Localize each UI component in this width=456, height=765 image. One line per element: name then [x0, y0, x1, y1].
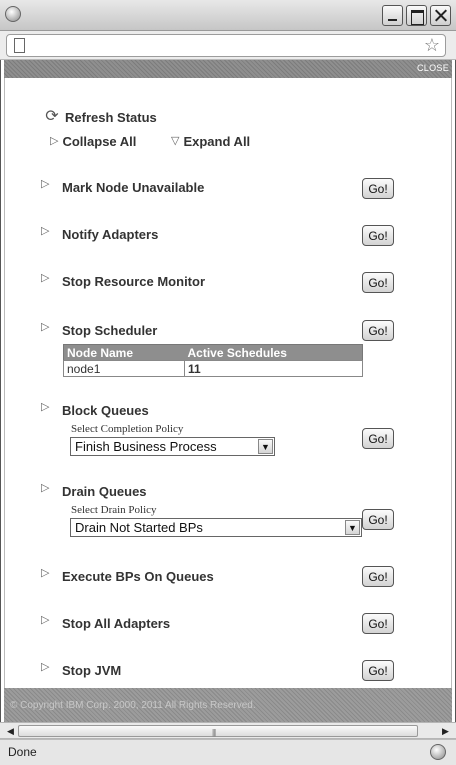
expand-row-icon[interactable]: ▷	[41, 178, 49, 191]
page-icon	[14, 38, 25, 53]
expand-row-icon[interactable]: ▷	[41, 401, 49, 414]
go-button-stop-resource-monitor[interactable]: Go!	[362, 272, 394, 293]
action-label: Stop Scheduler	[62, 323, 158, 338]
go-button-stop-jvm[interactable]: Go!	[362, 660, 394, 681]
expand-row-icon[interactable]: ▷	[41, 614, 49, 627]
status-bar: Done	[0, 739, 456, 765]
chevron-down-icon: ▼	[258, 439, 273, 454]
footer: © Copyright IBM Corp. 2000, 2011 All Rig…	[4, 688, 452, 722]
cell-node-name: node1	[63, 360, 185, 377]
go-button-stop-scheduler[interactable]: Go!	[362, 320, 394, 341]
go-button-stop-all-adapters[interactable]: Go!	[362, 613, 394, 634]
minimize-button[interactable]	[382, 5, 403, 26]
action-label: Execute BPs On Queues	[62, 569, 214, 584]
status-globe-icon	[430, 744, 446, 760]
grip-icon: |||	[212, 728, 216, 737]
active-schedules-table: Node Name Active Schedules node1 11	[63, 344, 363, 377]
collapse-all-label: Collapse All	[62, 134, 137, 149]
collapse-all-link[interactable]: ▷ Collapse All	[50, 134, 136, 149]
go-button-notify-adapters[interactable]: Go!	[362, 225, 394, 246]
go-button-block-queues[interactable]: Go!	[362, 428, 394, 449]
address-bar: ☆	[0, 31, 456, 60]
column-header-active-schedules: Active Schedules	[184, 344, 363, 361]
table-header-row: Node Name Active Schedules	[63, 344, 363, 361]
go-button-execute-bps[interactable]: Go!	[362, 566, 394, 587]
scroll-left-icon[interactable]: ◀	[3, 724, 18, 738]
maximize-button[interactable]	[406, 5, 427, 26]
chevron-down-icon: ▼	[345, 520, 360, 535]
action-label: Drain Queues	[62, 484, 147, 499]
scroll-thumb[interactable]: |||	[18, 725, 418, 737]
action-label: Notify Adapters	[62, 227, 159, 242]
url-input[interactable]: ☆	[6, 34, 446, 57]
go-button-mark-node[interactable]: Go!	[362, 178, 394, 199]
expand-row-icon[interactable]: ▷	[41, 272, 49, 285]
horizontal-scrollbar[interactable]: ◀ ||| ▶	[0, 722, 456, 739]
drain-policy-select[interactable]: Drain Not Started BPs ▼	[70, 518, 362, 537]
cell-active-schedules: 11	[184, 360, 363, 377]
window-close-button[interactable]	[430, 5, 451, 26]
drain-policy-label: Select Drain Policy	[71, 504, 157, 516]
header-strip: CLOSE	[4, 60, 452, 78]
action-label: Mark Node Unavailable	[62, 180, 205, 195]
completion-policy-value: Finish Business Process	[75, 439, 217, 454]
expand-all-link[interactable]: ▽ Expand All	[171, 134, 250, 149]
refresh-status-label: Refresh Status	[65, 109, 157, 125]
expand-row-icon[interactable]: ▷	[41, 482, 49, 495]
column-header-node-name: Node Name	[63, 344, 185, 361]
expand-all-label: Expand All	[183, 134, 251, 149]
close-link[interactable]: CLOSE	[417, 63, 449, 73]
action-label: Stop All Adapters	[62, 616, 171, 631]
refresh-status-link[interactable]: ⟳ Refresh Status	[43, 108, 157, 126]
expand-triangle-icon: ▽	[171, 135, 180, 147]
main-content	[4, 78, 452, 688]
refresh-icon: ⟳	[45, 108, 59, 125]
app-icon	[5, 6, 21, 22]
bookmark-star-icon[interactable]: ☆	[424, 35, 440, 56]
action-label: Stop Resource Monitor	[62, 274, 206, 289]
action-label: Stop JVM	[62, 663, 122, 678]
title-bar	[0, 0, 456, 31]
table-row: node1 11	[63, 360, 363, 377]
scroll-right-icon[interactable]: ▶	[438, 724, 453, 738]
expand-row-icon[interactable]: ▷	[41, 225, 49, 238]
status-text: Done	[8, 745, 37, 759]
action-label: Block Queues	[62, 403, 149, 418]
completion-policy-select[interactable]: Finish Business Process ▼	[70, 437, 275, 456]
completion-policy-label: Select Completion Policy	[71, 423, 184, 435]
drain-policy-value: Drain Not Started BPs	[75, 520, 203, 535]
go-button-drain-queues[interactable]: Go!	[362, 509, 394, 530]
expand-row-icon[interactable]: ▷	[41, 567, 49, 580]
collapse-triangle-icon: ▷	[50, 135, 59, 147]
copyright-text: © Copyright IBM Corp. 2000, 2011 All Rig…	[10, 700, 256, 711]
expand-row-icon[interactable]: ▷	[41, 321, 49, 334]
expand-row-icon[interactable]: ▷	[41, 661, 49, 674]
